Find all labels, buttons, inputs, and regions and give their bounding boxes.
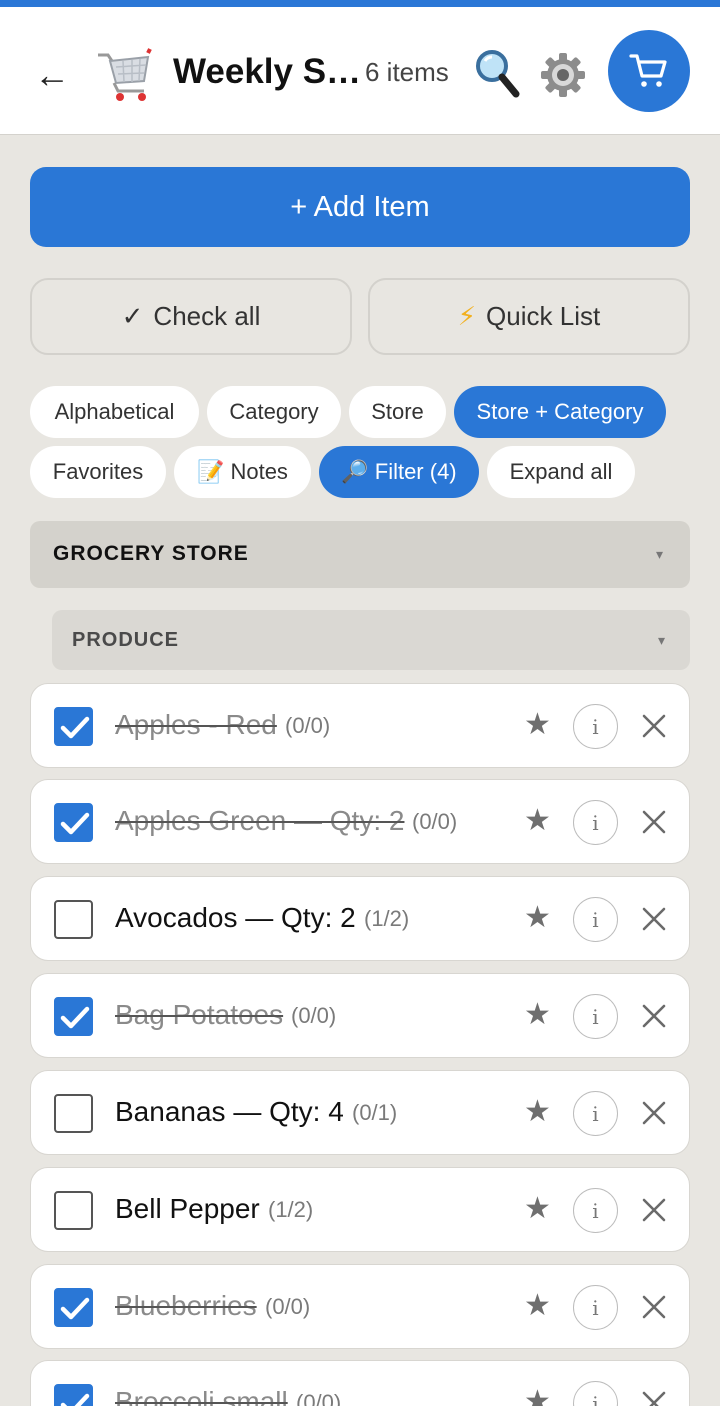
favorite-star-icon[interactable]: ★ (524, 1288, 551, 1324)
magnifier-icon: 🔎 (341, 459, 369, 484)
back-button[interactable]: ← (34, 55, 70, 95)
chip-filter[interactable]: 🔎 Filter (4) (319, 446, 479, 498)
info-button[interactable]: i (573, 994, 618, 1039)
favorite-star-icon[interactable]: ★ (524, 1384, 551, 1406)
chip-category[interactable]: Category (207, 386, 341, 438)
close-icon[interactable] (639, 904, 669, 934)
item-name: Blueberries (115, 1290, 257, 1321)
list-item: Bananas — Qty: 4 (0/1) ★ i (30, 1070, 690, 1155)
list-item: Avocados — Qty: 2 (1/2) ★ i (30, 876, 690, 961)
quick-list-button[interactable]: ⚡ Quick List (368, 278, 690, 355)
close-icon[interactable] (639, 711, 669, 741)
store-group-header[interactable]: GROCERY STORE ▾ (30, 521, 690, 588)
item-count: 6 items (365, 57, 449, 87)
check-all-label: Check all (153, 301, 261, 331)
item-name: Apples - Red (115, 709, 277, 740)
chip-alphabetical[interactable]: Alphabetical (30, 386, 199, 438)
list-item: Bell Pepper (1/2) ★ i (30, 1167, 690, 1252)
item-checkbox[interactable] (54, 900, 93, 939)
close-icon[interactable] (639, 1292, 669, 1322)
chip-favorites[interactable]: Favorites (30, 446, 166, 498)
item-progress: (0/0) (285, 713, 331, 738)
checkmark-icon (60, 716, 90, 739)
store-group-label: GROCERY STORE (53, 542, 249, 565)
shopping-cart-emoji-icon (98, 48, 152, 101)
item-progress: (1/2) (268, 1197, 314, 1222)
list-item: Apples - Red (0/0) ★ i (30, 683, 690, 768)
item-name: Bell Pepper (115, 1193, 260, 1224)
item-progress: (1/2) (364, 906, 410, 931)
chevron-down-icon: ▾ (656, 546, 664, 562)
info-button[interactable]: i (573, 1188, 618, 1233)
search-icon[interactable] (474, 48, 520, 100)
favorite-star-icon[interactable]: ★ (524, 803, 551, 839)
add-item-button[interactable]: + Add Item (30, 167, 690, 247)
favorite-star-icon[interactable]: ★ (524, 1191, 551, 1227)
category-group-header[interactable]: PRODUCE ▾ (52, 610, 690, 670)
item-progress: (0/0) (296, 1390, 342, 1406)
chevron-down-icon: ▾ (658, 632, 666, 648)
gear-icon[interactable] (540, 51, 586, 99)
close-icon[interactable] (639, 1388, 669, 1406)
item-progress: (0/0) (265, 1294, 311, 1319)
item-checkbox[interactable] (54, 1288, 93, 1327)
checkmark-icon: ✓ (121, 301, 144, 331)
close-icon[interactable] (639, 807, 669, 837)
item-name: Apples Green — Qty: 2 (115, 805, 405, 836)
chip-store-category[interactable]: Store + Category (454, 386, 666, 438)
favorite-star-icon[interactable]: ★ (524, 900, 551, 936)
item-checkbox[interactable] (54, 707, 93, 746)
quick-list-label: Quick List (486, 301, 601, 331)
info-button[interactable]: i (573, 897, 618, 942)
checkmark-icon (60, 1393, 90, 1406)
list-item: Apples Green — Qty: 2 (0/0) ★ i (30, 779, 690, 864)
checkmark-icon (60, 812, 90, 835)
close-icon[interactable] (639, 1195, 669, 1225)
favorite-star-icon[interactable]: ★ (524, 1094, 551, 1130)
info-button[interactable]: i (573, 800, 618, 845)
list-item: Broccoli small (0/0) ★ i (30, 1360, 690, 1406)
checkmark-icon (60, 1006, 90, 1029)
info-button[interactable]: i (573, 1285, 618, 1330)
favorite-star-icon[interactable]: ★ (524, 707, 551, 743)
item-checkbox[interactable] (54, 997, 93, 1036)
list-item: Blueberries (0/0) ★ i (30, 1264, 690, 1349)
item-name: Broccoli small (115, 1386, 288, 1406)
favorite-star-icon[interactable]: ★ (524, 997, 551, 1033)
list-title: Weekly S… (173, 52, 362, 91)
item-checkbox[interactable] (54, 1094, 93, 1133)
cart-icon (629, 54, 667, 87)
close-icon[interactable] (639, 1001, 669, 1031)
item-progress: (0/0) (291, 1003, 337, 1028)
checkmark-icon (60, 1297, 90, 1320)
chip-store[interactable]: Store (349, 386, 446, 438)
lightning-icon: ⚡ (457, 301, 477, 331)
item-checkbox[interactable] (54, 1384, 93, 1406)
category-group-label: PRODUCE (72, 629, 180, 651)
list-item: Bag Potatoes (0/0) ★ i (30, 973, 690, 1058)
item-checkbox[interactable] (54, 1191, 93, 1230)
item-progress: (0/1) (352, 1100, 398, 1125)
app-header: ← Weekly S… 6 items (0, 7, 720, 135)
item-name: Bag Potatoes (115, 999, 284, 1030)
top-accent-bar (0, 0, 720, 7)
chip-filter-label: Filter (4) (374, 459, 457, 484)
item-checkbox[interactable] (54, 803, 93, 842)
info-button[interactable]: i (573, 1381, 618, 1406)
memo-icon: 📝 (197, 459, 225, 484)
item-name: Avocados — Qty: 2 (115, 902, 356, 933)
info-button[interactable]: i (573, 1091, 618, 1136)
info-button[interactable]: i (573, 704, 618, 749)
close-icon[interactable] (639, 1098, 669, 1128)
chip-expand-all[interactable]: Expand all (487, 446, 635, 498)
chip-notes-label: Notes (230, 459, 288, 484)
check-all-button[interactable]: ✓ Check all (30, 278, 352, 355)
chip-notes[interactable]: 📝 Notes (174, 446, 311, 498)
item-name: Bananas — Qty: 4 (115, 1096, 344, 1127)
item-progress: (0/0) (412, 809, 458, 834)
cart-button[interactable] (608, 30, 690, 112)
